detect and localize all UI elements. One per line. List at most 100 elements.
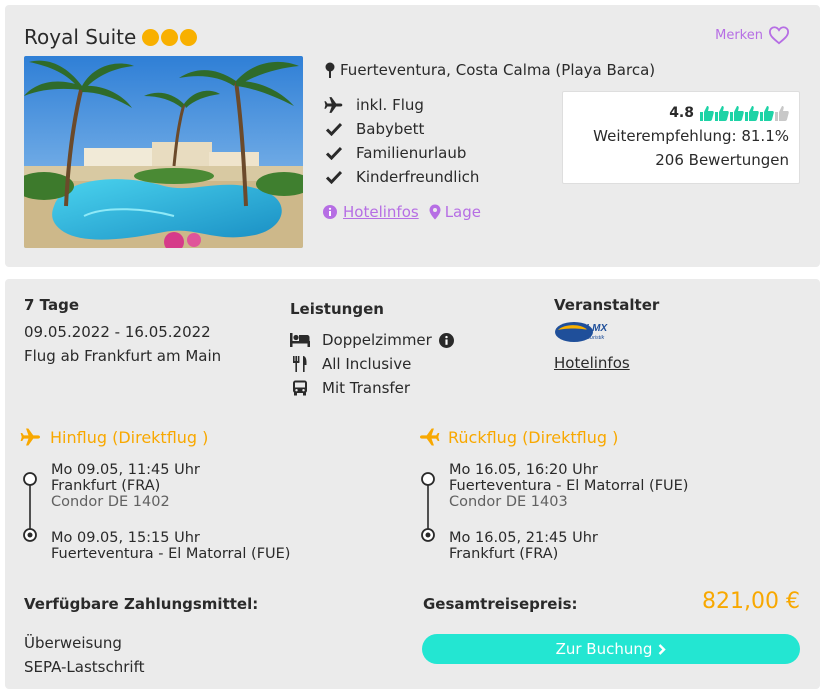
- hotel-name[interactable]: Royal Suite: [24, 25, 136, 49]
- location-text: Fuerteventura, Costa Calma (Playa Barca): [340, 61, 656, 79]
- recommendation-rate: Weiterempfehlung: 81.1%: [593, 127, 789, 145]
- departure-airport: Fuerteventura - El Matorral (FUE): [449, 478, 689, 494]
- operator-hotelinfos-link[interactable]: Hotelinfos: [554, 354, 630, 372]
- rating-score-row: 4.8: [563, 102, 789, 124]
- payment-method: Überweisung: [24, 634, 122, 652]
- services-title: Leistungen: [290, 300, 384, 318]
- flight-timeline: [421, 472, 435, 542]
- hotelinfos-link[interactable]: Hotelinfos: [343, 203, 419, 221]
- star-icon: [142, 28, 160, 46]
- feature-label: Babybett: [356, 120, 425, 138]
- info-icon[interactable]: [438, 332, 454, 348]
- total-price: 821,00 €: [702, 589, 800, 614]
- thumb-up-empty-icon: [775, 106, 789, 121]
- hotelinfos-link-wrap[interactable]: Hotelinfos: [323, 203, 419, 221]
- heart-icon: [768, 26, 790, 45]
- star-icon: [161, 28, 179, 46]
- total-price-label: Gesamtreisepreis:: [423, 595, 578, 613]
- trip-departure: Flug ab Frankfurt am Main: [24, 347, 222, 365]
- star-icon: [180, 28, 198, 46]
- booking-button-label: Zur Buchung: [555, 640, 653, 658]
- flight-timeline: [23, 472, 37, 542]
- check-icon: [323, 146, 345, 160]
- info-icon: [323, 205, 337, 219]
- outbound-flight: Hinflug (Direktflug ) Mo 09.05, 11:45 Uh…: [20, 424, 290, 562]
- trip-dates: 09.05.2022 - 16.05.2022: [24, 323, 211, 341]
- lage-link[interactable]: Lage: [429, 203, 481, 221]
- services-list: Doppelzimmer All Inclusive Mit Transfer: [290, 328, 454, 400]
- cutlery-icon: [290, 356, 310, 372]
- arrival-time: Mo 09.05, 15:15 Uhr: [51, 530, 200, 546]
- map-pin-icon: [325, 62, 335, 78]
- hotel-title-row: Royal Suite: [24, 25, 198, 49]
- thumb-up-filled-icon: [745, 106, 759, 121]
- booking-button[interactable]: Zur Buchung: [422, 634, 800, 664]
- service-item: Doppelzimmer: [290, 328, 454, 352]
- hotel-links: Hotelinfos Lage: [323, 203, 481, 221]
- feature-item: Familienurlaub: [323, 141, 479, 165]
- merken-label: Merken: [715, 27, 763, 43]
- operator-logo-sub: Touristik: [584, 335, 605, 341]
- outbound-arrival: Mo 09.05, 15:15 Uhr Fuerteventura - El M…: [51, 530, 290, 562]
- plane-icon: [420, 428, 440, 446]
- bed-icon: [290, 333, 310, 347]
- rating-thumbs: [700, 105, 789, 121]
- lage-label: Lage: [444, 203, 481, 221]
- arrival-airport: Fuerteventura - El Matorral (FUE): [51, 546, 291, 562]
- outbound-flight-title[interactable]: Hinflug (Direktflug ): [50, 428, 208, 447]
- departure-airport: Frankfurt (FRA): [51, 478, 161, 494]
- arrival-airport: Frankfurt (FRA): [449, 546, 559, 562]
- hotel-photo[interactable]: [24, 56, 303, 248]
- plane-icon: [323, 96, 345, 114]
- bus-icon: [290, 380, 310, 396]
- operator-section: Veranstalter LMX Touristik Hotelinfos: [554, 296, 659, 372]
- service-label: All Inclusive: [322, 355, 412, 373]
- operator-logo[interactable]: LMX Touristik: [554, 320, 614, 344]
- feature-label: inkl. Flug: [356, 96, 424, 114]
- hotel-location: Fuerteventura, Costa Calma (Playa Barca): [324, 61, 655, 79]
- flight-number: Condor DE 1403: [449, 494, 568, 510]
- return-flight-title[interactable]: Rückflug (Direktflug ): [448, 428, 618, 447]
- feature-item: inkl. Flug: [323, 93, 479, 117]
- service-label: Doppelzimmer: [322, 331, 432, 349]
- service-label: Mit Transfer: [322, 379, 411, 397]
- outbound-departure: Mo 09.05, 11:45 Uhr Frankfurt (FRA) Cond…: [51, 462, 290, 510]
- thumb-up-filled-icon: [730, 106, 744, 121]
- trip-summary: 7 Tage 09.05.2022 - 16.05.2022 Flug ab F…: [24, 296, 221, 368]
- hotel-photo-image: [24, 56, 303, 248]
- thumb-up-filled-icon: [715, 106, 729, 121]
- departure-time: Mo 09.05, 11:45 Uhr: [51, 462, 200, 478]
- hotel-category-stars: [142, 28, 198, 46]
- feature-item: Babybett: [323, 117, 479, 141]
- hotel-card: Royal Suite Merken Fuerteventura, Costa …: [5, 5, 820, 267]
- flight-number: Condor DE 1402: [51, 494, 170, 510]
- map-marker-icon: [429, 204, 441, 220]
- rating-box[interactable]: 4.8 Weiterempfehlung: 81.1% 206 Bewertun…: [562, 91, 800, 184]
- outbound-flight-header: Hinflug (Direktflug ): [20, 424, 290, 450]
- feature-label: Kinderfreundlich: [356, 168, 480, 186]
- check-icon: [323, 122, 345, 136]
- departure-time: Mo 16.05, 16:20 Uhr: [449, 462, 598, 478]
- operator-title: Veranstalter: [554, 296, 660, 314]
- return-arrival: Mo 16.05, 21:45 Uhr Frankfurt (FRA): [449, 530, 688, 562]
- return-flight-details: Mo 16.05, 16:20 Uhr Fuerteventura - El M…: [418, 462, 688, 562]
- arrival-time: Mo 16.05, 21:45 Uhr: [449, 530, 598, 546]
- service-item: All Inclusive: [290, 352, 454, 376]
- service-item: Mit Transfer: [290, 376, 454, 400]
- return-departure: Mo 16.05, 16:20 Uhr Fuerteventura - El M…: [449, 462, 688, 510]
- check-icon: [323, 170, 345, 184]
- feature-label: Familienurlaub: [356, 144, 467, 162]
- trip-duration: 7 Tage: [24, 296, 79, 314]
- offer-card: 7 Tage 09.05.2022 - 16.05.2022 Flug ab F…: [5, 279, 820, 689]
- outbound-flight-details: Mo 09.05, 11:45 Uhr Frankfurt (FRA) Cond…: [20, 462, 290, 562]
- rating-score: 4.8: [669, 105, 694, 121]
- payment-title: Verfügbare Zahlungsmittel:: [24, 595, 259, 613]
- return-flight: Rückflug (Direktflug ) Mo 16.05, 16:20 U…: [418, 424, 688, 562]
- return-flight-header: Rückflug (Direktflug ): [418, 424, 688, 450]
- plane-icon: [20, 428, 40, 446]
- chevron-right-icon: [659, 643, 667, 655]
- operator-logo-text: LMX: [586, 323, 608, 334]
- services-section: Leistungen Doppelzimmer All Inclusive Mi…: [290, 300, 454, 400]
- merken-button[interactable]: Merken: [715, 25, 790, 45]
- feature-item: Kinderfreundlich: [323, 165, 479, 189]
